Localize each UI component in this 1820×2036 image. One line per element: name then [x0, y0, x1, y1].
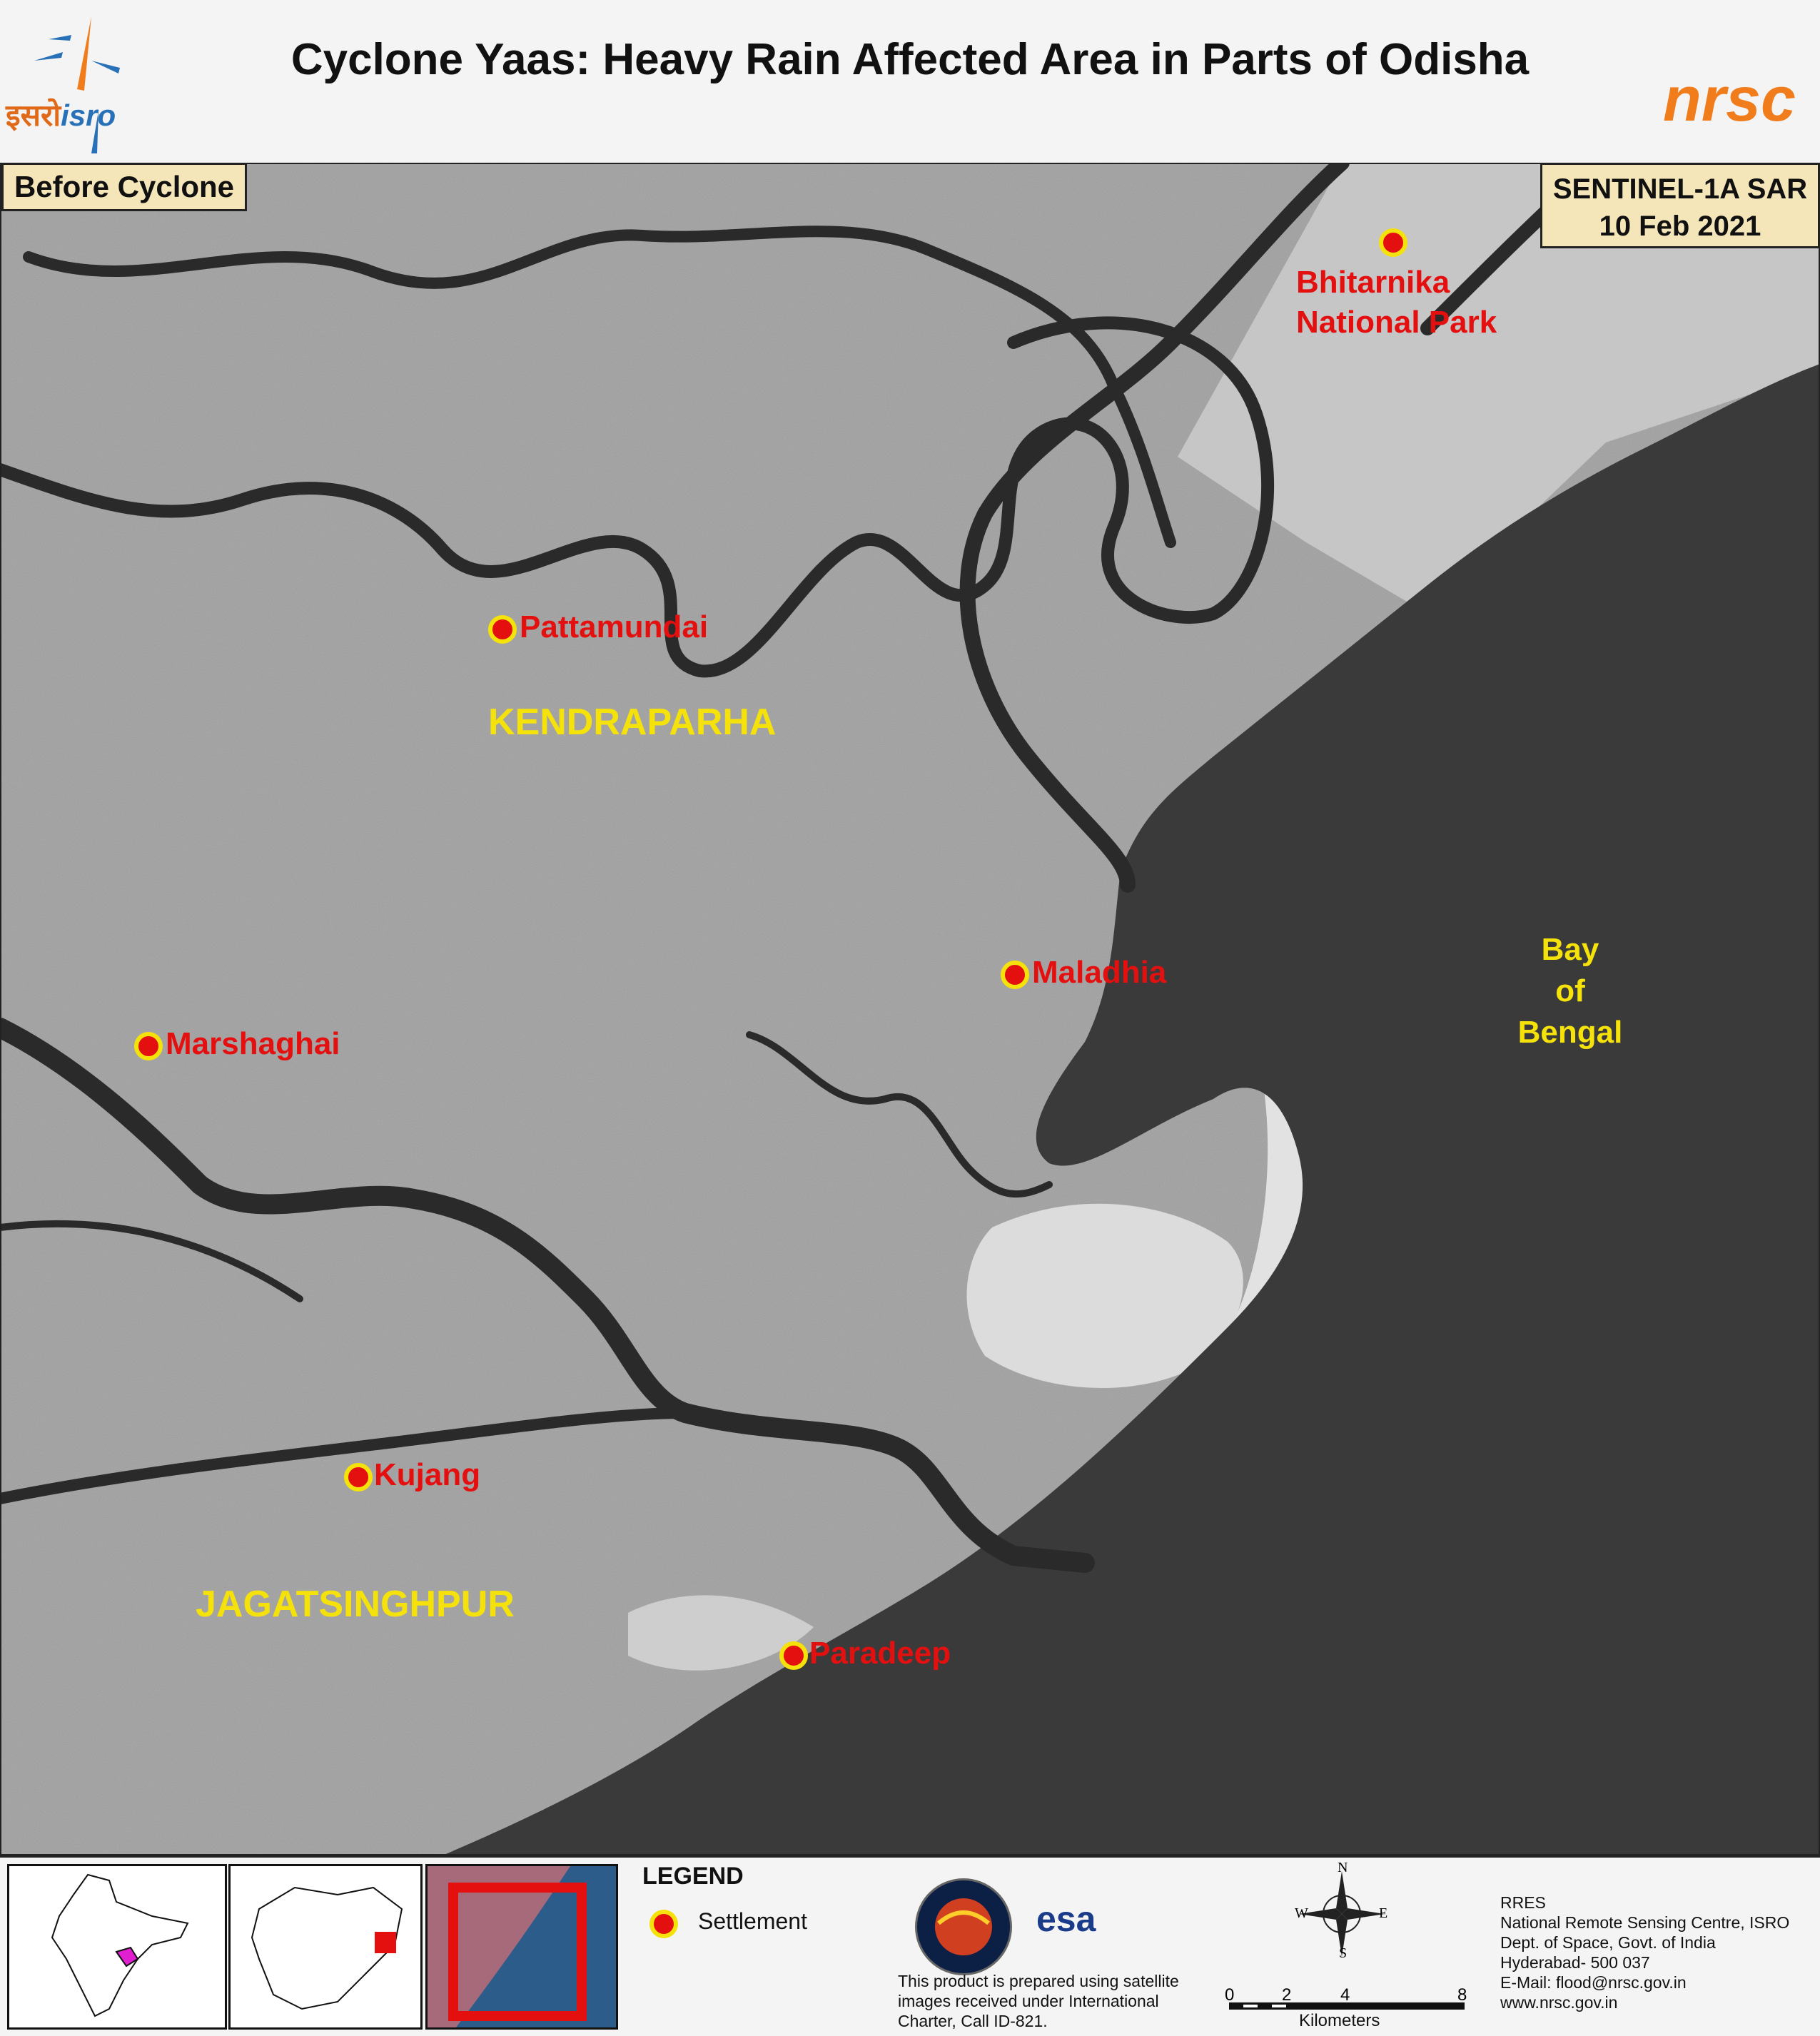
- address-website: www.nrsc.gov.in: [1500, 1993, 1618, 2012]
- compass-w: W: [1295, 1905, 1308, 1921]
- settlement-marker: [134, 1032, 163, 1060]
- map-title: Cyclone Yaas: Heavy Rain Affected Area i…: [290, 35, 1530, 84]
- sea-label-bay-of-bengal: Bay of Bengal: [1517, 932, 1623, 1050]
- nrsc-logo: nrsc: [1663, 64, 1796, 134]
- settlement-marker: [1001, 961, 1029, 989]
- settlement-label-marshaghai: Marshaghai: [166, 1026, 340, 1061]
- data-disclaimer: This product is prepared using satellite…: [898, 1972, 1179, 2030]
- legend-settlement-label: Settlement: [698, 1908, 807, 1934]
- nrsc-address: RRES National Remote Sensing Centre, ISR…: [1500, 1893, 1789, 2012]
- address-line: Dept. of Space, Govt. of India: [1500, 1933, 1716, 1952]
- settlement-marker: [1379, 228, 1407, 257]
- isro-logo-text: इसरोisro: [6, 98, 116, 132]
- settlement-label-kujang: Kujang: [374, 1457, 481, 1492]
- compass-n: N: [1338, 1860, 1348, 1875]
- legend-title: LEGEND: [642, 1863, 744, 1890]
- image-date: 10 Feb 2021: [1599, 211, 1761, 242]
- international-charter-logo: [915, 1878, 1012, 1975]
- settlement-marker: [488, 615, 517, 644]
- settlement-marker: [779, 1641, 808, 1670]
- satellite-overview-inset: [425, 1864, 618, 2030]
- settlement-label-bhitarnika: Bhitarnika National Park: [1296, 265, 1497, 340]
- district-label-jagatsinghpur: JAGATSINGHPUR: [196, 1584, 515, 1625]
- odisha-map-icon: [251, 1886, 403, 2010]
- sensor-date-box: SENTINEL-1A SAR 10 Feb 2021: [1540, 163, 1820, 248]
- settlement-label-maladhia: Maladhia: [1032, 955, 1167, 990]
- overview-image-icon: [428, 1866, 587, 2027]
- compass-s: S: [1339, 1945, 1348, 1961]
- address-line: National Remote Sensing Centre, ISRO: [1500, 1913, 1790, 1932]
- legend-settlement-marker: [649, 1910, 678, 1938]
- scale-unit: Kilometers: [1299, 2011, 1380, 2030]
- scale-bar-segment: [1272, 2005, 1286, 2007]
- district-label-kendraparha: KENDRAPARHA: [488, 702, 777, 743]
- address-line: RRES: [1500, 1893, 1546, 1912]
- india-map-icon: [51, 1873, 189, 2017]
- odisha-locator-inset: [228, 1864, 423, 2030]
- esa-logo: esa: [1036, 1899, 1096, 1939]
- settlement-marker: [344, 1463, 373, 1491]
- address-email: E-Mail: flood@nrsc.gov.in: [1500, 1973, 1687, 1992]
- address-line: Hyderabad- 500 037: [1500, 1953, 1650, 1972]
- before-cyclone-label: Before Cyclone: [1, 163, 247, 211]
- sensor-name: SENTINEL-1A SAR: [1552, 173, 1808, 205]
- settlement-label-pattamundai: Pattamundai: [520, 609, 709, 644]
- scale-bar-segment: [1243, 2005, 1258, 2007]
- settlement-label-paradeep: Paradeep: [809, 1636, 951, 1671]
- globe-icon: [935, 1898, 992, 1955]
- compass-e: E: [1379, 1905, 1388, 1921]
- india-locator-inset: [7, 1864, 227, 2030]
- scale-bar: [1229, 2002, 1465, 2010]
